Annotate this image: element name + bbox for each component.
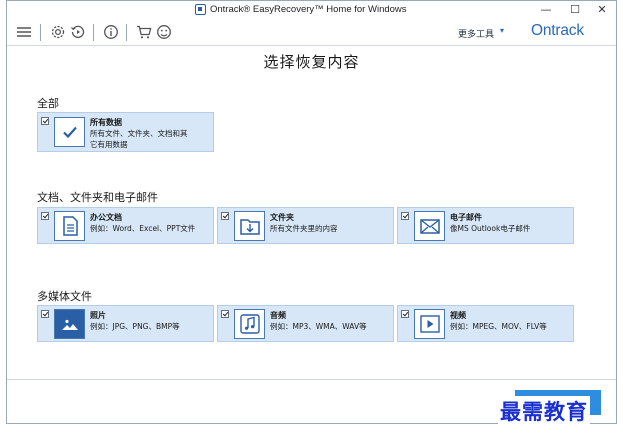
minimize-button[interactable]: — xyxy=(534,2,558,17)
toolbar-divider xyxy=(93,24,94,41)
card-description: 例如：Word、Excel、PPT文件 xyxy=(90,224,196,233)
page-title: 选择恢复内容 xyxy=(263,53,360,71)
card-title: 电子邮件 xyxy=(450,213,482,222)
card-title: 办公文档 xyxy=(90,213,122,222)
card-audio[interactable]: 音频 例如：MP3、WMA、WAV等 xyxy=(217,305,394,342)
card-description: 例如：JPG、PNG、BMP等 xyxy=(90,322,180,331)
email-icon xyxy=(414,211,445,241)
card-title: 文件夹 xyxy=(270,213,294,222)
section-label-documents: 文档、文件夹和电子邮件 xyxy=(37,191,158,204)
card-title: 所有数据 xyxy=(90,118,122,127)
toolbar-divider xyxy=(126,24,127,41)
office-documents-checkbox[interactable] xyxy=(41,212,49,220)
card-video[interactable]: 视频 例如：MPEG、MOV、FLV等 xyxy=(397,305,574,342)
card-description: 所有文件、文件夹、文档和其它有用数据 xyxy=(90,129,188,149)
toolbar-divider xyxy=(40,24,41,41)
music-icon xyxy=(234,309,265,339)
folder-icon xyxy=(234,211,265,241)
card-photos[interactable]: 照片 例如：JPG、PNG、BMP等 xyxy=(37,305,214,342)
card-title: 照片 xyxy=(90,311,106,320)
card-title: 音频 xyxy=(270,311,286,320)
section-label-media: 多媒体文件 xyxy=(37,290,92,303)
card-description: 像MS Outlook电子邮件 xyxy=(450,224,531,233)
title-bar: Ontrack® EasyRecovery™ Home for Windows … xyxy=(7,1,616,19)
document-icon xyxy=(54,211,85,241)
video-icon xyxy=(414,309,445,339)
card-email[interactable]: 电子邮件 像MS Outlook电子邮件 xyxy=(397,207,574,244)
checkmark-icon xyxy=(54,117,85,147)
watermark-text: 最需教育 xyxy=(498,396,590,426)
photos-checkbox[interactable] xyxy=(41,310,49,318)
history-icon[interactable] xyxy=(70,24,86,40)
email-checkbox[interactable] xyxy=(401,212,409,220)
chevron-down-icon[interactable]: ▾ xyxy=(500,26,504,35)
all-data-checkbox[interactable] xyxy=(41,117,49,125)
card-folders[interactable]: 文件夹 所有文件夹里的内容 xyxy=(217,207,394,244)
more-tools-menu[interactable]: 更多工具 xyxy=(458,27,494,40)
cart-icon[interactable] xyxy=(136,24,152,40)
photo-icon xyxy=(54,309,85,339)
app-window: Ontrack® EasyRecovery™ Home for Windows … xyxy=(6,0,617,424)
card-description: 所有文件夹里的内容 xyxy=(270,224,338,233)
audio-checkbox[interactable] xyxy=(221,310,229,318)
gear-icon[interactable] xyxy=(50,24,66,40)
toolbar: 更多工具 ▾ Ontrack xyxy=(7,19,616,46)
section-label-all: 全部 xyxy=(37,97,59,110)
card-office-documents[interactable]: 办公文档 例如：Word、Excel、PPT文件 xyxy=(37,207,214,244)
folders-checkbox[interactable] xyxy=(221,212,229,220)
card-description: 例如：MP3、WMA、WAV等 xyxy=(270,322,367,331)
card-description: 例如：MPEG、MOV、FLV等 xyxy=(450,322,547,331)
support-icon[interactable] xyxy=(156,24,172,40)
close-button[interactable]: ✕ xyxy=(590,2,614,17)
menu-icon[interactable] xyxy=(16,24,32,40)
maximize-button[interactable]: ☐ xyxy=(563,2,587,17)
video-checkbox[interactable] xyxy=(401,310,409,318)
app-logo-icon xyxy=(195,4,206,15)
footer-divider xyxy=(7,379,616,380)
card-all-data[interactable]: 所有数据 所有文件、文件夹、文档和其它有用数据 xyxy=(37,112,214,152)
info-icon[interactable] xyxy=(103,24,119,40)
brand-logo: Ontrack xyxy=(531,22,584,39)
window-title: Ontrack® EasyRecovery™ Home for Windows xyxy=(210,4,407,15)
card-title: 视频 xyxy=(450,311,466,320)
